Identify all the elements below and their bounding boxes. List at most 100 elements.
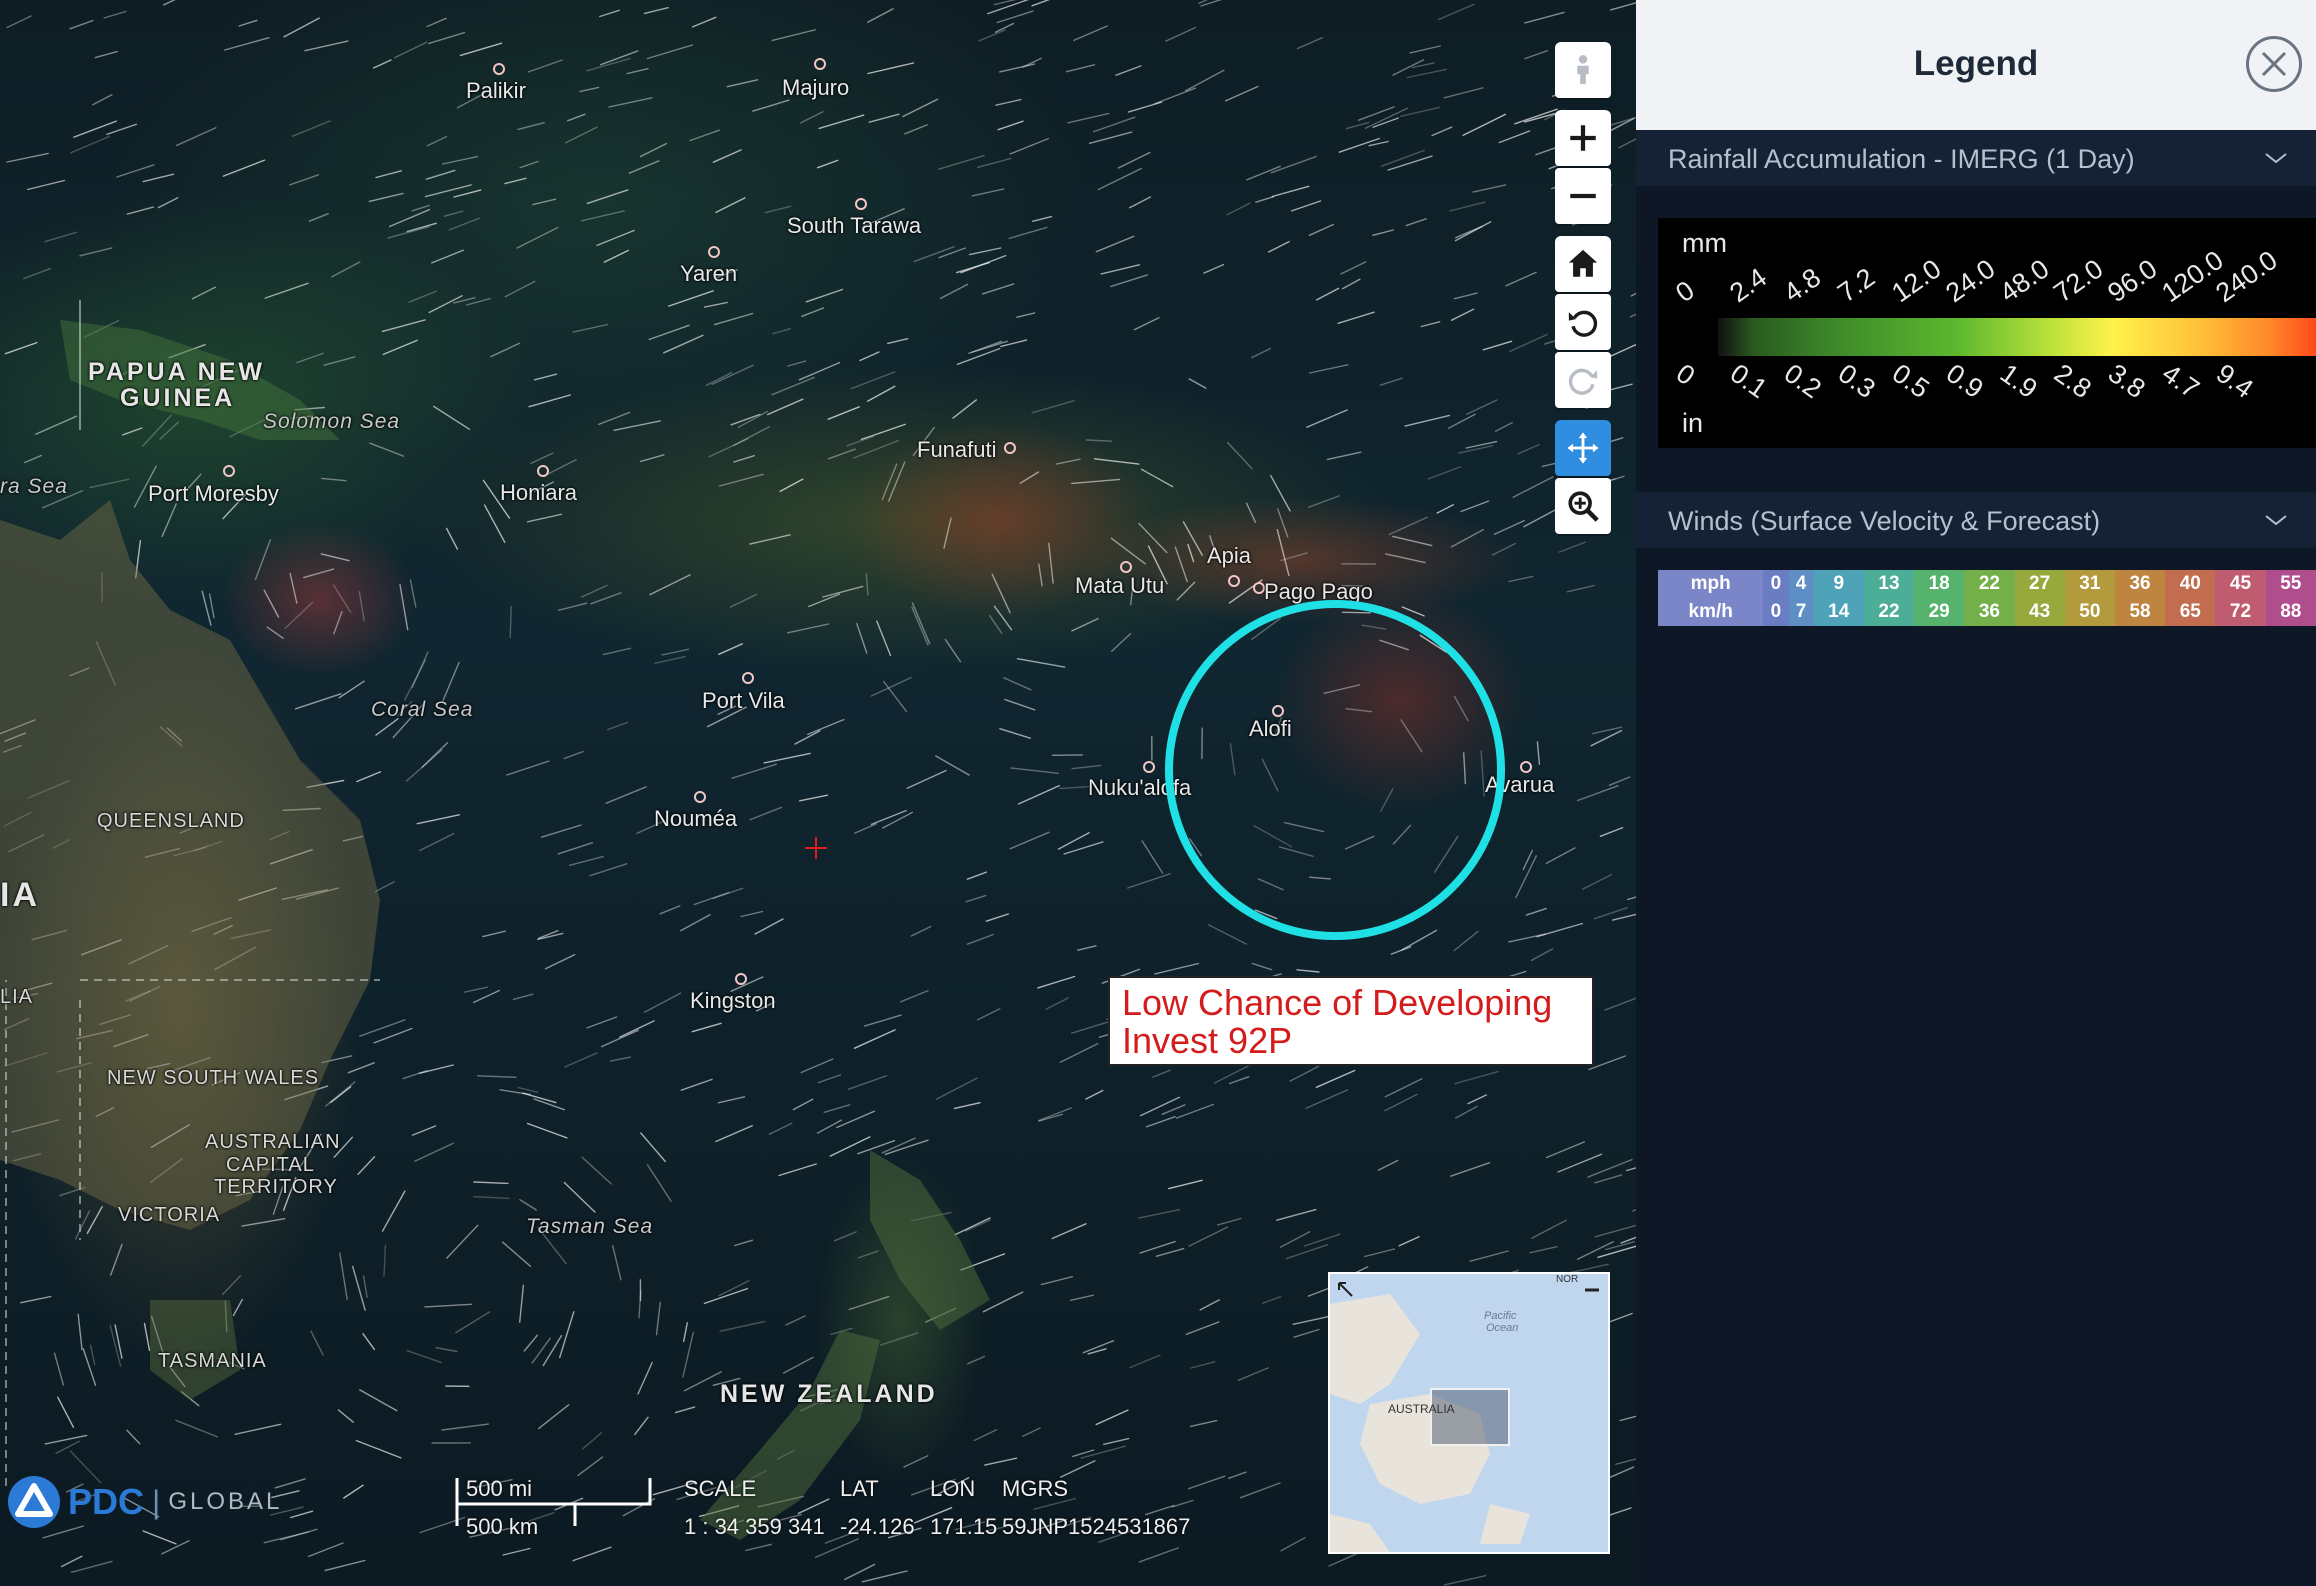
minimap-label: AUSTRALIA bbox=[1388, 1402, 1455, 1416]
minimap-corner-label: NOR bbox=[1556, 1274, 1579, 1285]
kmh-value: 7 bbox=[1788, 598, 1814, 626]
city-dot bbox=[855, 198, 867, 210]
map-toolbar bbox=[1555, 42, 1611, 546]
wind-speed-scale: mph 0 4 9 13 18 22 27 31 36 40 45 55 km/h 0 7 14 22 29 36 4… bbox=[1658, 570, 2316, 626]
in-tick-label: 0.5 bbox=[1886, 358, 1935, 405]
winds-section-header[interactable]: Winds (Surface Velocity & Forecast) bbox=[1636, 492, 2316, 548]
home-button[interactable] bbox=[1555, 236, 1611, 292]
street-view-button[interactable] bbox=[1555, 42, 1611, 98]
place-label: Port Vila bbox=[702, 688, 785, 713]
city-dot bbox=[1120, 561, 1132, 573]
mm-tick-label: 72.0 bbox=[2048, 253, 2109, 309]
legend-title: Legend bbox=[1913, 44, 2039, 83]
mph-value: 45 bbox=[2215, 570, 2266, 598]
mph-value: 31 bbox=[2064, 570, 2115, 598]
place-label: Solomon Sea bbox=[263, 410, 401, 433]
mgrs-label: MGRS bbox=[1002, 1476, 1068, 1501]
redo-icon bbox=[1568, 368, 1598, 395]
city-dot bbox=[814, 58, 826, 70]
place-label: TASMANIA bbox=[158, 1350, 267, 1372]
place-label: GUINEA bbox=[120, 384, 236, 412]
place-label: NEW ZEALAND bbox=[720, 1380, 938, 1408]
mph-unit-label: mph bbox=[1658, 570, 1764, 598]
place-label: ra Sea bbox=[0, 475, 68, 498]
zoom-out-button[interactable] bbox=[1555, 168, 1611, 224]
storm-highlight-circle bbox=[1165, 600, 1505, 940]
kmh-value: 43 bbox=[2014, 598, 2065, 626]
mph-row: mph 0 4 9 13 18 22 27 31 36 40 45 55 bbox=[1658, 570, 2316, 598]
winds-section-title: Winds (Surface Velocity & Forecast) bbox=[1668, 506, 2101, 536]
city-dot bbox=[223, 465, 235, 477]
mph-value: 9 bbox=[1813, 570, 1864, 598]
kmh-unit-label: km/h bbox=[1658, 598, 1764, 626]
lat-label: LAT bbox=[840, 1476, 879, 1501]
overview-minimap[interactable]: AUSTRALIA Pacific Ocean NOR bbox=[1328, 1272, 1610, 1554]
place-label: IA bbox=[0, 876, 40, 914]
rainfall-section-header[interactable]: Rainfall Accumulation - IMERG (1 Day) bbox=[1636, 130, 2316, 186]
chevron-down-icon bbox=[2265, 153, 2287, 164]
pdc-triangle-icon bbox=[8, 1476, 60, 1528]
redo-button[interactable] bbox=[1555, 352, 1611, 408]
minimap-minimize-icon[interactable] bbox=[1582, 1280, 1602, 1300]
mgrs-value: 59JNP1524531867 bbox=[1002, 1514, 1191, 1539]
legend-header: Legend bbox=[1636, 0, 2316, 130]
legend-panel: Legend Rainfall Accumulation - IMERG (1 … bbox=[1636, 0, 2316, 1586]
mm-tick-label: 2.4 bbox=[1724, 262, 1773, 309]
mph-value: 18 bbox=[1914, 570, 1965, 598]
city-dot bbox=[1228, 575, 1240, 587]
place-label: PAPUA NEW bbox=[88, 358, 265, 386]
place-label: Majuro bbox=[782, 75, 850, 100]
logo-divider: | bbox=[152, 1483, 161, 1520]
undo-icon bbox=[1568, 310, 1598, 337]
rainfall-section-title: Rainfall Accumulation - IMERG (1 Day) bbox=[1668, 144, 2135, 174]
place-label: TERRITORY bbox=[214, 1176, 338, 1198]
kmh-value: 0 bbox=[1763, 598, 1789, 626]
place-label: QUEENSLAND bbox=[97, 810, 245, 832]
kmh-row: km/h 0 7 14 22 29 36 43 50 58 65 72 88 bbox=[1658, 598, 2316, 626]
person-icon bbox=[1577, 55, 1589, 85]
kmh-value: 22 bbox=[1863, 598, 1915, 626]
lon-value: 171.15 bbox=[930, 1514, 998, 1539]
zoom-out-icon bbox=[1570, 193, 1596, 199]
close-icon bbox=[2261, 51, 2287, 77]
in-tick-label: 3.8 bbox=[2102, 358, 2151, 405]
mph-value: 36 bbox=[2114, 570, 2166, 598]
scale-mi-label: 500 mi bbox=[466, 1476, 533, 1501]
mm-tick-label: 96.0 bbox=[2102, 253, 2163, 309]
kmh-value: 29 bbox=[1914, 598, 1965, 626]
chevron-down-icon bbox=[2265, 515, 2287, 526]
pan-button[interactable] bbox=[1555, 420, 1611, 476]
place-label: Coral Sea bbox=[371, 698, 474, 721]
logo-suffix: GLOBAL bbox=[168, 1488, 283, 1515]
home-icon bbox=[1568, 249, 1598, 277]
undo-button[interactable] bbox=[1555, 294, 1611, 350]
city-dot bbox=[1004, 442, 1016, 454]
pan-icon bbox=[1567, 432, 1599, 464]
in-tick-label: 2.8 bbox=[2048, 358, 2097, 405]
mph-value: 55 bbox=[2265, 570, 2316, 598]
place-label: VICTORIA bbox=[118, 1204, 221, 1226]
close-legend-button[interactable] bbox=[2246, 36, 2302, 92]
lat-value: -24.126 bbox=[840, 1514, 915, 1539]
crosshair-icon bbox=[805, 837, 827, 859]
place-label: Mata Utu bbox=[1075, 573, 1165, 598]
in-tick-label: 0 bbox=[1670, 358, 1701, 392]
scale-km-label: 500 km bbox=[466, 1514, 539, 1539]
zoom-box-button[interactable] bbox=[1555, 478, 1611, 534]
in-tick-label: 9.4 bbox=[2210, 358, 2259, 405]
lon-label: LON bbox=[930, 1476, 976, 1501]
map-canvas[interactable]: Palikir Majuro South Tarawa Yaren PAPUA … bbox=[0, 0, 1636, 1586]
city-dot bbox=[742, 672, 754, 684]
mm-tick-label: 48.0 bbox=[1994, 253, 2055, 309]
kmh-value: 65 bbox=[2165, 598, 2216, 626]
collapse-arrow-icon[interactable] bbox=[1336, 1280, 1356, 1300]
kmh-value: 88 bbox=[2265, 598, 2316, 626]
city-dot bbox=[493, 63, 505, 75]
zoom-in-button[interactable] bbox=[1555, 110, 1611, 166]
in-tick-label: 0.1 bbox=[1724, 358, 1773, 405]
place-label: Yaren bbox=[680, 261, 738, 286]
rainfall-gradient-bar bbox=[1718, 318, 2316, 356]
place-label: LIA bbox=[0, 986, 34, 1008]
mm-tick-label: 24.0 bbox=[1940, 253, 2001, 309]
minimap-viewport[interactable] bbox=[1430, 1388, 1510, 1446]
